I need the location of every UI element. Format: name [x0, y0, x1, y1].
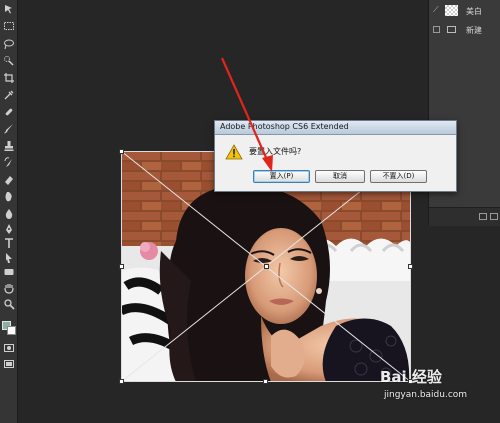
background-color-swatch[interactable] [7, 326, 16, 335]
watermark: Bai 经验 jingyan.baidu.com [380, 366, 498, 422]
transform-handle-bottom-left[interactable] [119, 379, 124, 384]
shape-tool-icon[interactable] [3, 266, 15, 278]
warning-icon [225, 144, 243, 160]
eraser-tool-icon[interactable] [3, 174, 15, 186]
zoom-tool-icon[interactable] [3, 298, 15, 310]
folder-icon [447, 26, 456, 33]
path-select-tool-icon[interactable] [3, 252, 15, 264]
history-brush-tool-icon[interactable] [3, 157, 15, 169]
quick-select-tool-icon[interactable] [3, 55, 15, 67]
blur-tool-icon[interactable] [3, 208, 15, 220]
tools-panel [0, 0, 18, 423]
transform-handle-bottom-center[interactable] [263, 379, 268, 384]
visibility-checkbox[interactable] [433, 26, 440, 33]
eyedropper-tool-icon[interactable] [3, 89, 15, 101]
layer-row[interactable]: 新建 [429, 21, 500, 39]
dialog-titlebar[interactable]: Adobe Photoshop CS6 Extended [215, 121, 456, 135]
transform-handle-middle-right[interactable] [408, 264, 413, 269]
gradient-tool-icon[interactable] [3, 191, 15, 203]
dialog-message: 要置入文件吗? [249, 147, 302, 156]
healing-brush-tool-icon[interactable] [3, 106, 15, 118]
transform-handle-middle-left[interactable] [119, 264, 124, 269]
transform-handle-center[interactable] [264, 264, 269, 269]
hand-tool-icon[interactable] [3, 282, 15, 294]
cancel-button[interactable]: 取消 [315, 170, 365, 183]
move-tool-icon[interactable] [3, 3, 15, 15]
dialog-title: Adobe Photoshop CS6 Extended [220, 122, 349, 131]
delete-layer-icon[interactable] [490, 213, 498, 220]
crop-tool-icon[interactable] [3, 72, 15, 84]
clone-stamp-tool-icon[interactable] [3, 140, 15, 152]
pen-tool-icon[interactable] [3, 223, 15, 235]
watermark-url: jingyan.baidu.com [384, 390, 468, 400]
transform-handle-top-left[interactable] [119, 149, 124, 154]
watermark-logo: Bai 经验 [380, 368, 442, 386]
layer-row[interactable]: ⟋ 美白 [429, 2, 500, 20]
place-file-dialog: Adobe Photoshop CS6 Extended 要置入文件吗? 置入(… [214, 120, 457, 192]
link-icon[interactable]: ⟋ [433, 6, 441, 14]
new-layer-icon[interactable] [479, 213, 487, 220]
layers-panel-footer [429, 207, 500, 226]
lasso-tool-icon[interactable] [3, 38, 15, 50]
place-button[interactable]: 置入(P) [253, 170, 310, 183]
quick-mask-icon[interactable] [3, 342, 15, 354]
layer-thumbnail-icon [445, 5, 458, 16]
brush-tool-icon[interactable] [3, 123, 15, 135]
layer-label: 美白 [466, 7, 482, 16]
dont-place-button[interactable]: 不置入(D) [370, 170, 427, 183]
screen-mode-icon[interactable] [3, 358, 15, 370]
layer-label: 新建 [466, 26, 482, 35]
marquee-tool-icon[interactable] [3, 20, 15, 32]
type-tool-icon[interactable] [3, 237, 15, 249]
